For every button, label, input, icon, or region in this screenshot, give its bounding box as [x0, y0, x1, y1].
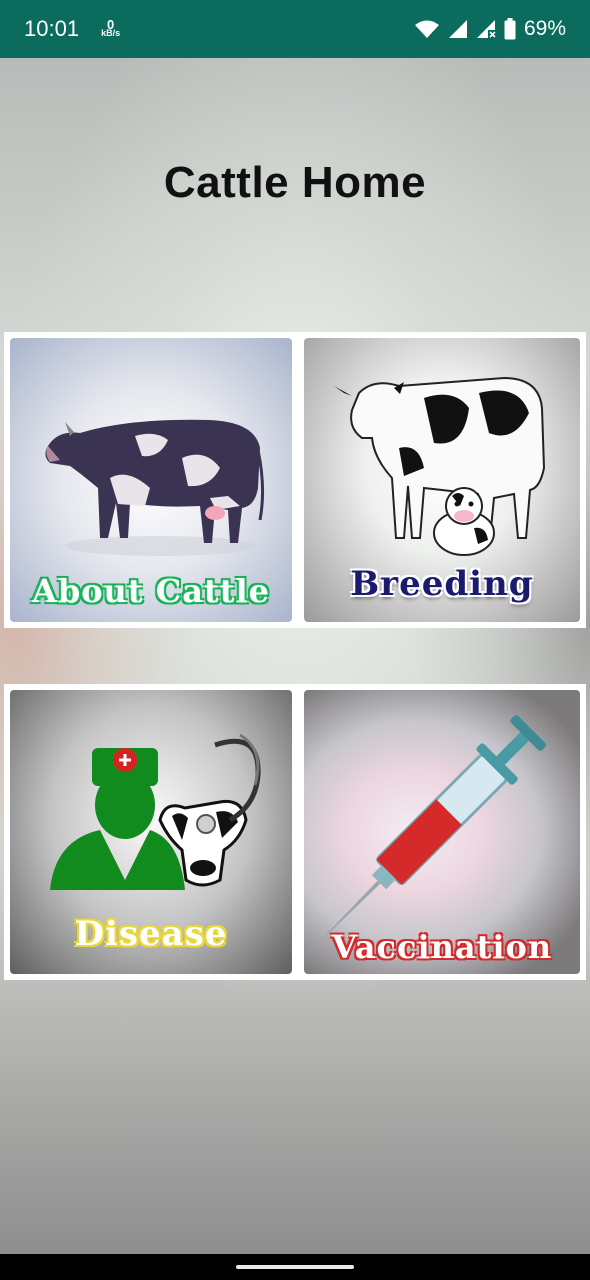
home-screen: Cattle Home About Cattle Breeding Diseas…	[0, 58, 590, 1254]
svg-text:4: 4	[431, 30, 436, 39]
network-speed: 0 kB/s	[101, 18, 121, 38]
network-speed-unit: kB/s	[101, 28, 121, 38]
vaccination-tile[interactable]: Vaccination	[298, 684, 586, 980]
disease-label: Disease	[74, 914, 228, 954]
status-time: 10:01	[24, 16, 80, 41]
page-title: Cattle Home	[163, 158, 427, 207]
wifi-icon: 4	[414, 19, 440, 39]
breeding-label: Breeding	[350, 564, 534, 604]
signal-icon	[448, 19, 468, 39]
signal-x-icon	[476, 19, 496, 39]
home-gesture-handle[interactable]	[236, 1265, 354, 1269]
breeding-tile[interactable]: Breeding	[298, 332, 586, 628]
about-cattle-tile[interactable]: About Cattle	[4, 332, 298, 628]
battery-percent: 69%	[523, 17, 566, 40]
vaccination-label: Vaccination	[331, 928, 553, 966]
navigation-bar	[0, 1254, 590, 1280]
status-bar: 10:01 0 kB/s 4 69%	[0, 0, 590, 58]
disease-tile[interactable]: Disease	[4, 684, 298, 980]
about-cattle-label: About Cattle	[31, 572, 270, 610]
battery-icon	[504, 18, 516, 40]
